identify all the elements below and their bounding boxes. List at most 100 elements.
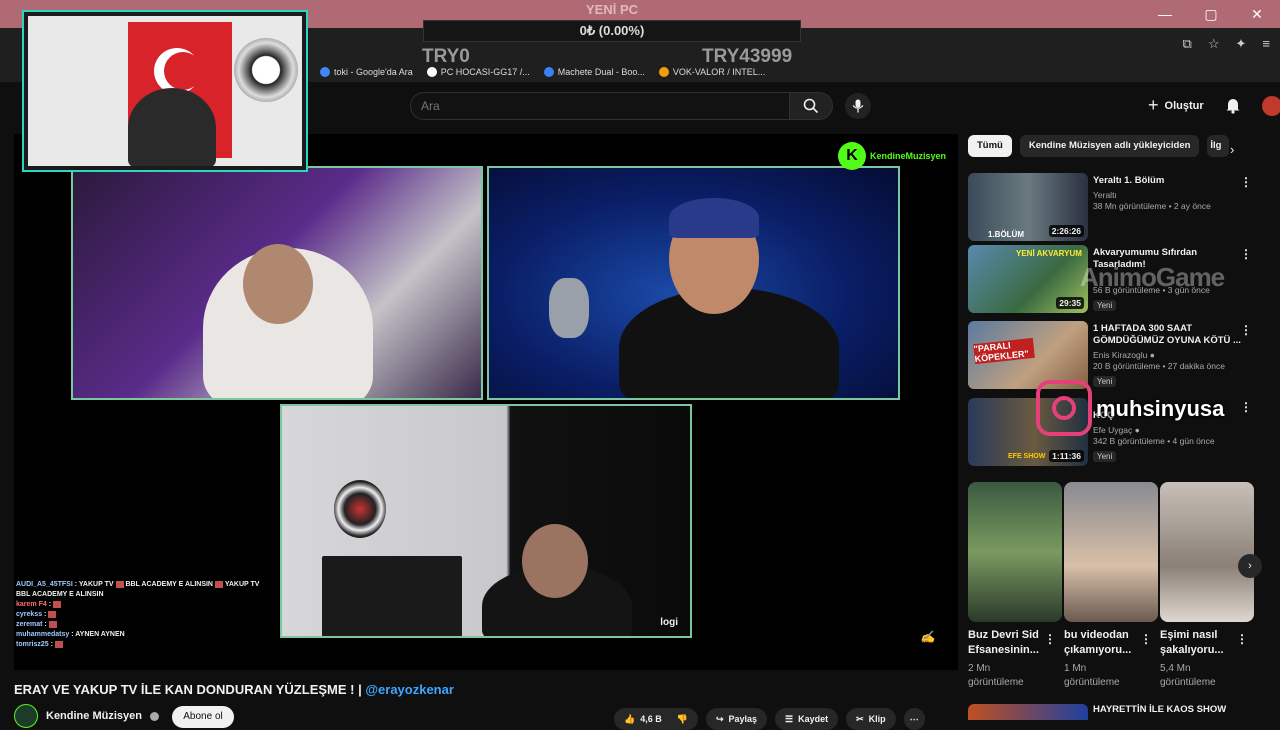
donation-max: TRY43999 (702, 46, 793, 67)
site-icon (426, 67, 437, 77)
emote-icon (54, 640, 63, 648)
logitech-logo: logi (660, 617, 678, 628)
verified-icon: ● (1149, 350, 1155, 360)
clip-button[interactable]: ✂ Klip (846, 708, 896, 730)
thumbs-down-icon[interactable]: 👎 (677, 714, 688, 725)
short-title[interactable]: bu videodan çıkamıyoru... (1064, 628, 1144, 658)
reading-list-icon[interactable]: ≡ (1262, 36, 1270, 52)
chevron-right-icon[interactable]: › (1238, 554, 1262, 578)
new-badge: Yeni (1093, 300, 1117, 311)
bookmark-item[interactable]: PC HOCASI-GG17 /... (426, 67, 530, 77)
video-thumbnail[interactable]: "PARALI KÖPEKLER" (968, 321, 1088, 389)
guest-cap (669, 198, 759, 238)
create-button[interactable]: + Oluştur (1148, 95, 1204, 116)
more-options-icon[interactable]: ⋮ (1240, 323, 1252, 337)
signature-icon: ✍ (920, 630, 935, 644)
verified-icon: ● (1134, 425, 1140, 435)
chip-uploader[interactable]: Kendine Müzisyen adlı yükleyiciden (1019, 135, 1200, 157)
guest-camera-left (71, 166, 483, 400)
share-icon: ↪ (715, 713, 724, 724)
channel-info: Kendine Müzisyen (14, 704, 159, 728)
thumb-label: YENİ AKVARYUM (1016, 249, 1082, 258)
guest-head (522, 524, 588, 598)
search-icon (803, 98, 819, 114)
short-thumbnail[interactable] (1064, 482, 1158, 622)
more-actions-button[interactable]: ⋯ (903, 708, 925, 730)
kick-icon: K (838, 142, 866, 170)
watermark: AnimoGame (1080, 262, 1225, 292)
more-options-icon[interactable]: ⋮ (1044, 632, 1056, 646)
webcam-feed (28, 16, 302, 166)
chip-all[interactable]: Tümü (968, 135, 1012, 157)
video-info: Yeraltı 1. Bölüm Yeraltı 38 Mn görüntüle… (1093, 175, 1211, 211)
more-options-icon[interactable]: ⋮ (1240, 175, 1252, 189)
emote-icon (215, 580, 223, 588)
recommended-video[interactable]: 1.BÖLÜM 2:26:26 Yeraltı 1. Bölüm Yeraltı… (968, 173, 1268, 243)
maximize-icon[interactable]: ▢ (1188, 0, 1234, 28)
more-options-icon[interactable]: ⋮ (1240, 247, 1252, 261)
cast-icon[interactable]: ⧉ (1183, 36, 1192, 52)
new-badge: Yeni (1093, 376, 1117, 387)
club-crest-icon (234, 38, 298, 102)
thumb-label: EFE SHOW (1008, 453, 1046, 460)
voice-search-button[interactable] (845, 93, 871, 119)
save-icon: ☰ (785, 713, 794, 724)
guest-camera-bottom: logi (280, 404, 692, 638)
chip-related[interactable]: İlg (1207, 135, 1230, 157)
window-controls: — ▢ ✕ (1142, 0, 1280, 28)
video-duration: 29:35 (1056, 297, 1084, 309)
video-thumbnail[interactable]: 1.BÖLÜM 2:26:26 (968, 173, 1088, 241)
chat-line: cyrekss : (16, 610, 276, 620)
video-info: 1 HAFTADA 300 SAAT GÖMDÜĞÜMÜZ OYUNA KÖTÜ… (1093, 323, 1241, 387)
video-actions: 👍 4,6 B 👎 ↪ Paylaş ☰ Kaydet ✂ Klip ⋯ (614, 708, 925, 730)
search-button[interactable] (789, 92, 833, 120)
donation-progress-bar: 0₺ (0.00%) (423, 20, 801, 42)
short-views: 5,4 Mn görüntüleme (1160, 663, 1216, 688)
notifications-bell-icon[interactable] (1224, 96, 1242, 114)
bookmark-item[interactable]: toki - Google'da Ara (320, 67, 413, 77)
emote-icon (48, 620, 57, 628)
more-options-icon[interactable]: ⋮ (1140, 632, 1152, 646)
extensions-icon[interactable]: ✦ (1236, 36, 1247, 52)
bookmark-star-icon[interactable]: ☆ (1208, 36, 1220, 52)
more-options-icon[interactable]: ⋮ (1240, 400, 1252, 414)
short-title[interactable]: Buz Devri Sid Efsanesinin... (968, 628, 1048, 658)
save-button[interactable]: ☰ Kaydet (775, 708, 839, 730)
streamer-webcam (22, 10, 308, 172)
donation-goal-title: YENİ PC (585, 2, 638, 17)
bookmark-item[interactable]: VOK-VALOR / INTEL... (658, 67, 765, 77)
minimize-icon[interactable]: — (1142, 0, 1188, 28)
short-thumbnail[interactable] (968, 482, 1062, 622)
short-title[interactable]: Eşimi nasıl şakalıyoru... (1160, 628, 1240, 658)
search-input[interactable] (410, 92, 790, 120)
channel-avatar[interactable] (14, 704, 38, 728)
like-button[interactable]: 👍 4,6 B 👎 (614, 708, 698, 730)
bookmark-item[interactable]: Machete Dual - Boo... (543, 67, 645, 77)
subscribe-button[interactable]: Abone ol (172, 706, 234, 728)
emote-icon (53, 600, 62, 608)
video-duration: 1:11:36 (1049, 450, 1084, 462)
thumbs-up-icon: 👍 (624, 713, 636, 724)
instagram-icon (1036, 380, 1092, 436)
short-thumbnail[interactable] (1160, 482, 1254, 622)
recommended-video-title[interactable]: HAYRETTİN İLE KAOS SHOW (1093, 704, 1226, 715)
new-badge: Yeni (1093, 451, 1117, 462)
channel-name[interactable]: Kendine Müzisyen (46, 710, 142, 722)
kick-channel-logo: K KendineMuzisyen (838, 142, 946, 170)
short-views: 1 Mn görüntüleme (1064, 663, 1120, 688)
mention-link[interactable]: @erayozkenar (365, 682, 454, 697)
recommended-video[interactable]: "PARALI KÖPEKLER" 1 HAFTADA 300 SAAT GÖM… (968, 321, 1268, 391)
close-icon[interactable]: ✕ (1234, 0, 1280, 28)
dartboard-prop (334, 480, 386, 538)
chat-line: tomrisz25 : (16, 640, 276, 650)
video-thumbnail[interactable] (968, 704, 1088, 720)
plus-icon: + (1148, 95, 1159, 115)
video-thumbnail[interactable]: YENİ AKVARYUM 29:35 (968, 245, 1088, 313)
chevron-right-icon[interactable]: › (1230, 142, 1234, 157)
share-button[interactable]: ↪ Paylaş (705, 708, 768, 730)
more-icon: ⋯ (909, 713, 919, 724)
more-options-icon[interactable]: ⋮ (1236, 632, 1248, 646)
microphone-prop (549, 278, 589, 338)
user-avatar[interactable] (1262, 96, 1280, 116)
microphone-icon (852, 99, 864, 113)
